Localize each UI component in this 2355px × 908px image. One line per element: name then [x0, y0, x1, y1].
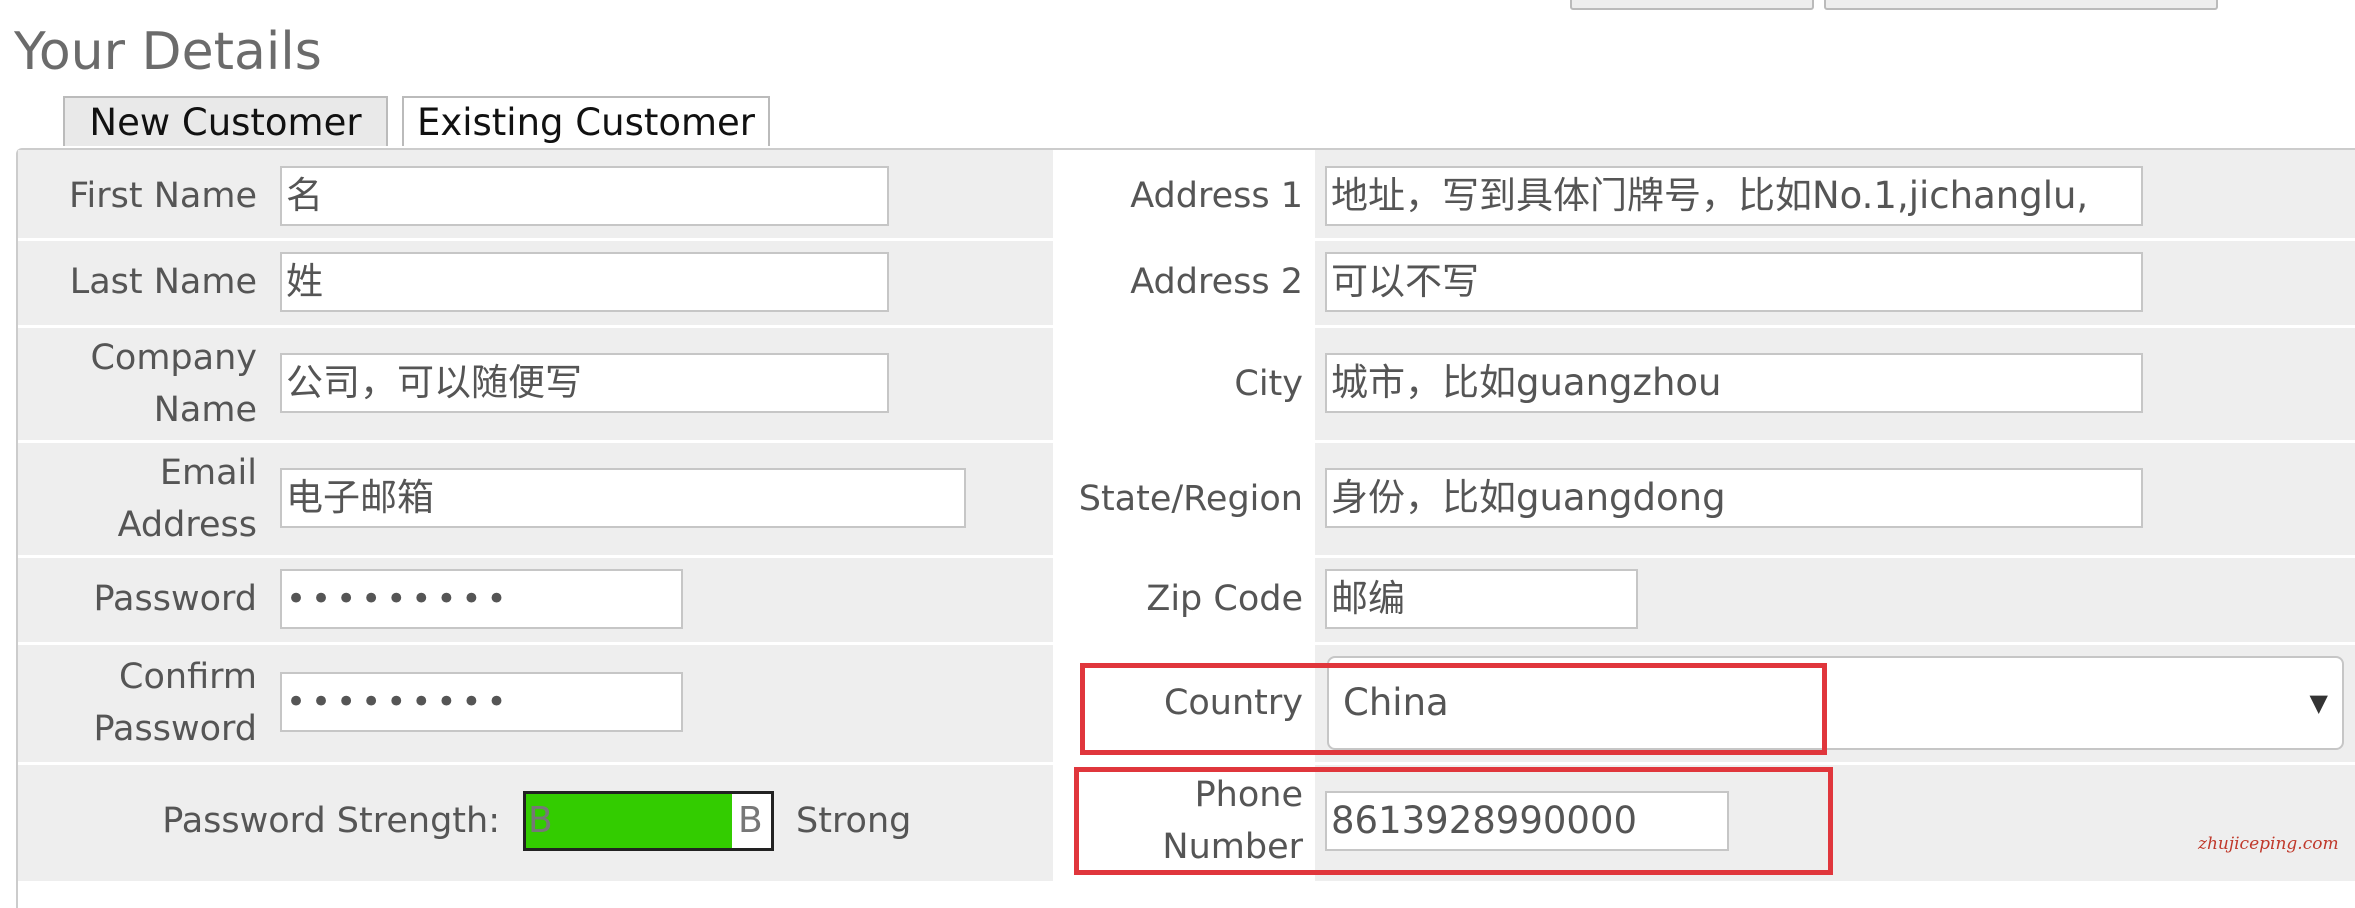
country-highlight-box: [1080, 663, 1827, 755]
last-name-input[interactable]: 姓: [280, 252, 889, 312]
row-divider: [18, 642, 2355, 645]
top-button-1[interactable]: [1570, 0, 1814, 10]
confirm-password-label-line1: Confirm: [119, 657, 257, 697]
email-label-line2: Address: [117, 505, 257, 545]
state-input[interactable]: 身份，比如guangdong: [1325, 468, 2143, 528]
password-strength-meter: B B: [523, 791, 774, 851]
email-label-line1: Email: [159, 453, 257, 493]
password-strength-fill: [526, 794, 732, 848]
company-name-label-line1: Company: [90, 338, 257, 378]
company-name-label: Company Name: [20, 332, 257, 436]
tab-new-customer[interactable]: New Customer: [63, 96, 388, 146]
row-divider: [18, 555, 2355, 558]
confirm-password-label-line2: Password: [93, 709, 257, 749]
tab-existing-customer[interactable]: Existing Customer: [402, 96, 770, 146]
page-title: Your Details: [14, 22, 322, 82]
address2-label: Address 2: [1130, 262, 1303, 302]
address2-input[interactable]: 可以不写: [1325, 252, 2143, 312]
city-label: City: [1234, 364, 1303, 404]
password-label: Password: [93, 579, 257, 619]
zip-input[interactable]: 邮编: [1325, 569, 1638, 629]
last-name-label: Last Name: [69, 262, 257, 302]
confirm-password-label: Confirm Password: [20, 651, 257, 755]
row-divider: [18, 440, 2355, 443]
strength-marker-left: B: [528, 800, 553, 841]
email-label: Email Address: [20, 447, 257, 551]
row-divider: [18, 238, 2355, 241]
watermark: zhujiceping.com: [2198, 834, 2339, 854]
first-name-label: First Name: [68, 176, 257, 216]
email-input[interactable]: 电子邮箱: [280, 468, 966, 528]
password-input[interactable]: •••••••••: [280, 569, 683, 629]
first-name-input[interactable]: 名: [280, 166, 889, 226]
top-button-2[interactable]: [1824, 0, 2218, 10]
password-strength-text: Strong: [796, 801, 912, 841]
city-input[interactable]: 城市，比如guangzhou: [1325, 353, 2143, 413]
chevron-down-icon: ▼: [2309, 689, 2328, 717]
password-strength-label: Password Strength:: [162, 801, 500, 841]
company-name-input[interactable]: 公司，可以随便写: [280, 353, 889, 413]
strength-marker-right: B: [738, 800, 763, 841]
row-divider: [18, 325, 2355, 328]
confirm-password-input[interactable]: •••••••••: [280, 672, 683, 732]
phone-highlight-box: [1074, 767, 1833, 875]
zip-label: Zip Code: [1146, 579, 1303, 619]
company-name-label-line2: Name: [153, 390, 257, 430]
state-label: State/Region: [1078, 479, 1303, 519]
row-divider: [18, 762, 2355, 765]
address1-input[interactable]: 地址，写到具体门牌号，比如No.1,jichanglu,: [1325, 166, 2143, 226]
address1-label: Address 1: [1130, 176, 1303, 216]
